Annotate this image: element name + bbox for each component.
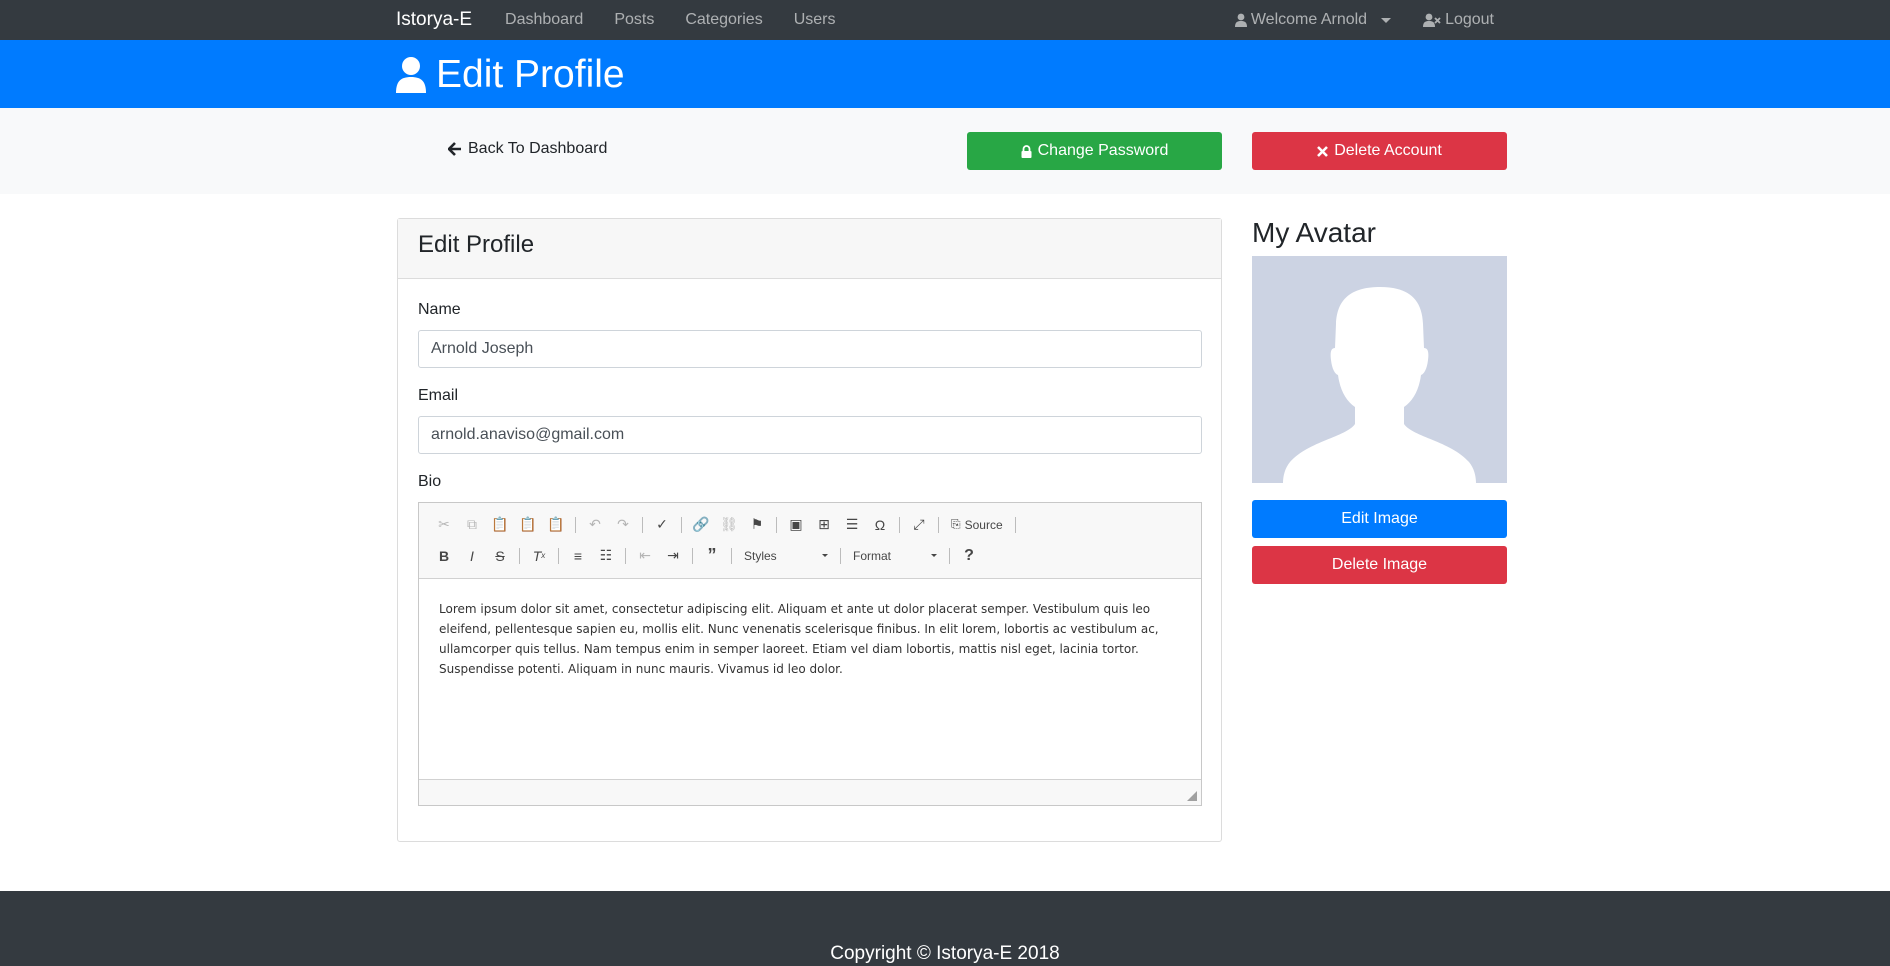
close-icon: [1317, 145, 1329, 157]
redo-icon[interactable]: ↷: [610, 514, 636, 536]
name-field[interactable]: Arnold Joseph: [418, 330, 1202, 368]
logout-label: Logout: [1445, 11, 1494, 28]
brand-link[interactable]: Istorya-E: [396, 9, 472, 31]
logout-link[interactable]: Logout: [1423, 11, 1494, 29]
user-icon: [1234, 13, 1247, 27]
source-label: Source: [964, 517, 1003, 532]
arrow-left-icon: [448, 142, 461, 156]
toolbar-separator: [625, 547, 626, 564]
email-label: Email: [418, 387, 459, 404]
paste-word-icon[interactable]: 📋: [543, 514, 569, 536]
styles-dropdown[interactable]: Styles: [738, 545, 834, 567]
help-icon[interactable]: ?: [956, 545, 982, 567]
indent-icon[interactable]: ⇥: [660, 545, 686, 567]
back-label: Back To Dashboard: [468, 140, 608, 157]
email-field[interactable]: arnold.anaviso@gmail.com: [418, 416, 1202, 454]
table-icon[interactable]: ⊞: [811, 514, 837, 536]
nav-link-categories[interactable]: Categories: [685, 11, 762, 29]
toolbar-separator: [575, 516, 576, 533]
bulleted-list-icon[interactable]: ☷: [593, 545, 619, 567]
delete-account-label: Delete Account: [1334, 142, 1442, 159]
actions-bar: Back To Dashboard Change Password Delete…: [0, 108, 1890, 194]
cut-icon[interactable]: ✂: [431, 514, 457, 536]
page-footer: Copyright © Istorya-E 2018: [0, 891, 1890, 966]
copyright-text: Copyright © Istorya-E 2018: [830, 943, 1060, 964]
toolbar-separator: [731, 547, 732, 564]
toolbar-separator: [692, 547, 693, 564]
toolbar-separator: [558, 547, 559, 564]
source-button[interactable]: ⎘ Source: [945, 517, 1009, 532]
bold-icon[interactable]: B: [431, 545, 457, 567]
delete-image-button[interactable]: Delete Image: [1252, 546, 1507, 584]
chevron-down-icon: [1381, 17, 1392, 23]
toolbar-separator: [938, 516, 939, 533]
person-silhouette-icon: [1283, 287, 1476, 483]
chevron-down-icon: [822, 554, 828, 557]
avatar-heading: My Avatar: [1252, 217, 1376, 248]
editor-toolbar: ✂ ⧉ 📋 📋 📋 ↶ ↷ ✓ 🔗 ⛓ ⚑ ▣ ⊞ ☰ Ω ⤢ ⎘ Source…: [419, 503, 1201, 579]
back-to-dashboard-link[interactable]: Back To Dashboard: [448, 140, 607, 158]
italic-icon[interactable]: I: [459, 545, 485, 567]
bio-rich-text-editor: ✂ ⧉ 📋 📋 📋 ↶ ↷ ✓ 🔗 ⛓ ⚑ ▣ ⊞ ☰ Ω ⤢ ⎘ Source…: [418, 502, 1202, 806]
nav-link-dashboard[interactable]: Dashboard: [505, 11, 583, 29]
toolbar-separator: [681, 516, 682, 533]
special-char-icon[interactable]: Ω: [867, 514, 893, 536]
edit-profile-card: Edit Profile Name Arnold Joseph Email ar…: [397, 218, 1222, 842]
unlink-icon[interactable]: ⛓: [716, 514, 742, 536]
resize-handle-icon[interactable]: [1187, 791, 1197, 801]
chevron-down-icon: [931, 554, 937, 557]
toolbar-separator: [776, 516, 777, 533]
anchor-flag-icon[interactable]: ⚑: [744, 514, 770, 536]
toolbar-separator: [949, 547, 950, 564]
maximize-icon[interactable]: ⤢: [906, 514, 932, 536]
toolbar-separator: [1014, 516, 1016, 533]
bio-text-area[interactable]: Lorem ipsum dolor sit amet, consectetur …: [419, 579, 1201, 779]
source-icon: ⎘: [951, 517, 961, 531]
page-header: Edit Profile: [0, 40, 1890, 108]
outdent-icon[interactable]: ⇤: [632, 545, 658, 567]
user-times-icon: [1423, 13, 1441, 27]
toolbar-separator: [899, 516, 900, 533]
edit-image-button[interactable]: Edit Image: [1252, 500, 1507, 538]
paste-icon[interactable]: 📋: [487, 514, 513, 536]
styles-label: Styles: [744, 548, 777, 563]
user-menu-label: Welcome Arnold: [1250, 11, 1368, 28]
page-title: Edit Profile: [436, 53, 625, 96]
spellcheck-icon[interactable]: ✓: [649, 514, 675, 536]
bio-label: Bio: [418, 473, 442, 490]
card-title: Edit Profile: [398, 219, 1221, 279]
undo-icon[interactable]: ↶: [582, 514, 608, 536]
strikethrough-icon[interactable]: S: [487, 545, 513, 567]
toolbar-separator: [642, 516, 643, 533]
avatar-image: [1252, 256, 1507, 483]
image-icon[interactable]: ▣: [783, 514, 809, 536]
format-label: Format: [853, 548, 892, 563]
lock-icon: [1021, 144, 1032, 158]
blockquote-icon[interactable]: ”: [699, 545, 725, 567]
change-password-button[interactable]: Change Password: [967, 132, 1222, 170]
toolbar-separator: [519, 547, 520, 564]
user-icon: [396, 57, 426, 93]
delete-account-button[interactable]: Delete Account: [1252, 132, 1507, 170]
link-icon[interactable]: 🔗: [688, 514, 714, 536]
copy-icon[interactable]: ⧉: [459, 514, 485, 536]
horizontal-line-icon[interactable]: ☰: [839, 514, 865, 536]
editor-statusbar: [419, 779, 1201, 805]
top-navbar: Istorya-E Dashboard Posts Categories Use…: [0, 0, 1890, 40]
toolbar-separator: [840, 547, 841, 564]
format-dropdown[interactable]: Format: [847, 545, 943, 567]
user-menu-dropdown[interactable]: Welcome Arnold: [1234, 11, 1392, 29]
paste-text-icon[interactable]: 📋: [515, 514, 541, 536]
nav-link-users[interactable]: Users: [794, 11, 836, 29]
change-password-label: Change Password: [1037, 142, 1169, 159]
nav-link-posts[interactable]: Posts: [614, 11, 654, 29]
name-label: Name: [418, 301, 461, 318]
remove-format-icon[interactable]: Tx: [526, 545, 552, 567]
numbered-list-icon[interactable]: ≡: [565, 545, 591, 567]
